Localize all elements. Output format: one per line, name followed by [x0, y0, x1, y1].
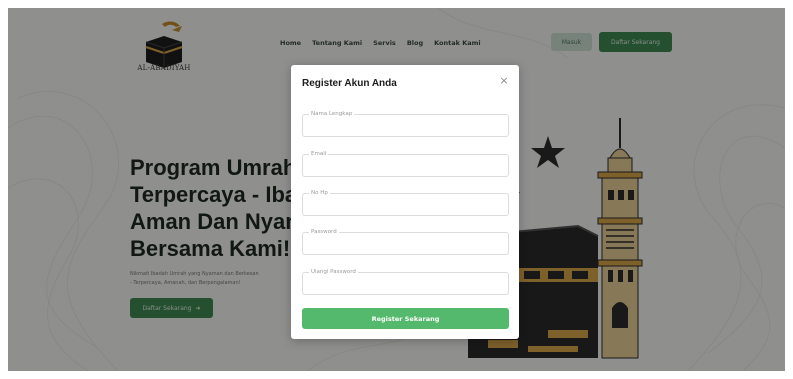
- close-icon[interactable]: ×: [498, 75, 510, 87]
- full-name-field: Nama Lengkap: [302, 111, 509, 137]
- confirm-password-field: Ulangi Password: [302, 269, 509, 295]
- email-input[interactable]: [303, 155, 508, 176]
- password-field: Password: [302, 229, 509, 255]
- register-submit-button[interactable]: Register Sekarang: [302, 308, 509, 329]
- register-modal: Register Akun Anda × Nama Lengkap Email …: [291, 65, 519, 339]
- landing-page: AL-ABADIYAH Home Tentang Kami Servis Blo…: [8, 8, 785, 371]
- password-input[interactable]: [303, 233, 508, 254]
- phone-field: No Hp: [302, 190, 509, 216]
- confirm-password-input[interactable]: [303, 273, 508, 294]
- email-field: Email: [302, 151, 509, 177]
- phone-input[interactable]: [303, 194, 508, 215]
- modal-title: Register Akun Anda: [302, 78, 397, 89]
- full-name-input[interactable]: [303, 115, 508, 136]
